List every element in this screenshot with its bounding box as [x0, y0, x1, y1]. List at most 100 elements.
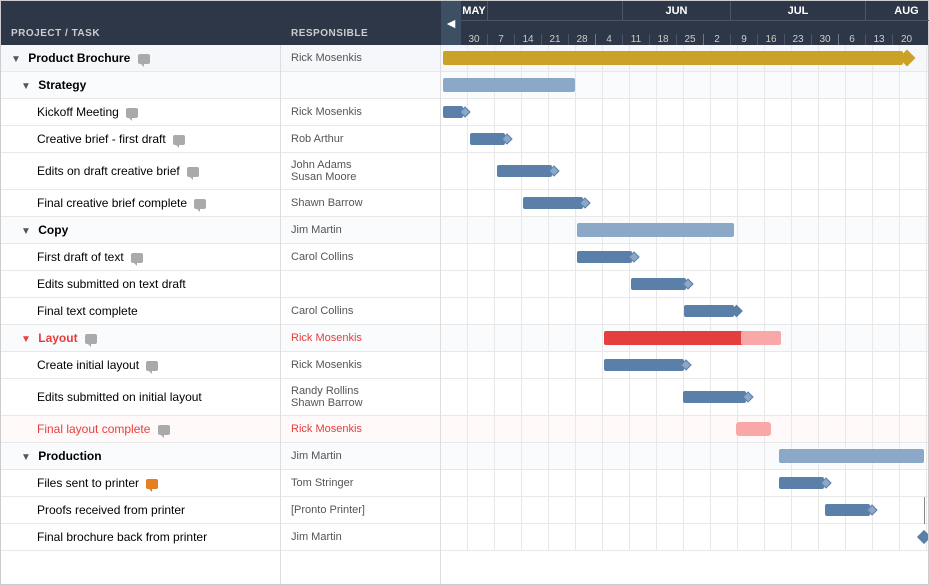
nav-prev-button[interactable]: ◄ — [441, 1, 461, 45]
resp-cell-10: Carol Collins — [281, 301, 441, 321]
chart-row-1 — [441, 45, 928, 72]
row-create-layout-task: Create initial layout — [1, 352, 280, 379]
task-cell-create-layout: Create initial layout — [1, 354, 281, 376]
expand-icon-product-brochure[interactable]: ▼ — [11, 54, 21, 65]
resp-row-1: Rick Mosenkis — [281, 45, 440, 72]
comment-icon-final-layout[interactable] — [158, 425, 170, 435]
task-cell-product-brochure: ▼ Product Brochure — [1, 47, 281, 69]
task-cell-final-text: Final text complete — [1, 300, 281, 322]
week-11: 11 — [623, 34, 650, 45]
week-18: 18 — [650, 34, 677, 45]
task-cell-proofs: Proofs received from printer — [1, 499, 281, 521]
bar-production — [779, 449, 924, 463]
row-product-brochure-task: ▼ Product Brochure — [1, 45, 280, 72]
comment-icon-first-draft-text[interactable] — [131, 253, 143, 263]
week-row: 30 7 14 21 28 4 11 18 25 2 9 16 23 30 6 … — [461, 21, 929, 45]
bar-creative-brief — [470, 133, 505, 145]
chart-row-9 — [441, 271, 928, 298]
task-cell-final-layout: Final layout complete — [1, 418, 281, 440]
chart-row-7 — [441, 217, 928, 244]
resp-cell-7: Jim Martin — [281, 220, 441, 240]
chart-row-13 — [441, 379, 928, 416]
task-column-label: PROJECT / TASK — [11, 28, 271, 39]
resp-cell-8: Carol Collins — [281, 247, 441, 267]
task-cell-edits-draft: Edits on draft creative brief — [1, 160, 281, 182]
month-jun: JUN — [623, 1, 731, 20]
week-7: 7 — [488, 34, 515, 45]
resp-row-12: Rick Mosenkis — [281, 352, 440, 379]
responsible-panel: Rick Mosenkis Rick Mosenkis Rob Arthur J… — [281, 45, 441, 584]
resp-row-17: [Pronto Printer] — [281, 497, 440, 524]
row-final-creative-task: Final creative brief complete — [1, 190, 280, 217]
comment-icon-edits-draft[interactable] — [187, 167, 199, 177]
comment-icon-files-printer[interactable] — [146, 479, 158, 489]
resp-cell-18: Jim Martin — [281, 527, 441, 547]
label-create-layout: Create initial layout — [37, 358, 139, 372]
task-cell-copy: ▼ Copy — [1, 219, 281, 241]
chart-row-12 — [441, 352, 928, 379]
resp-row-14: Rick Mosenkis — [281, 416, 440, 443]
expand-icon-layout[interactable]: ▼ — [21, 334, 31, 345]
task-cell-edits-text: Edits submitted on text draft — [1, 273, 281, 295]
comment-icon-product-brochure[interactable] — [138, 54, 150, 64]
connector-final-brochure — [924, 497, 925, 524]
label-edits-text: Edits submitted on text draft — [37, 277, 186, 291]
month-jul: JUL — [731, 1, 866, 20]
resp-row-3: Rick Mosenkis — [281, 99, 440, 126]
week-23: 23 — [785, 34, 812, 45]
resp-cell-15: Jim Martin — [281, 446, 441, 466]
resp-cell-4: Rob Arthur — [281, 129, 441, 149]
label-final-layout: Final layout complete — [37, 422, 150, 436]
task-cell-kickoff: Kickoff Meeting — [1, 101, 281, 123]
task-cell-production: ▼ Production — [1, 445, 281, 467]
chart-row-6 — [441, 190, 928, 217]
bar-edits-text — [631, 278, 686, 290]
label-edits-layout: Edits submitted on initial layout — [37, 390, 202, 404]
row-strategy-task: ▼ Strategy — [1, 72, 280, 99]
row-layout-task: ▼ Layout — [1, 325, 280, 352]
responsible-column-label: RESPONSIBLE — [291, 28, 431, 39]
task-cell-first-draft-text: First draft of text — [1, 246, 281, 268]
label-final-text: Final text complete — [37, 304, 138, 318]
diamond-final-brochure — [917, 530, 928, 544]
gantt-body: ▼ Product Brochure ▼ Strategy Kickoff Me… — [1, 45, 928, 584]
row-creative-brief-task: Creative brief - first draft — [1, 126, 280, 153]
row-edits-text-task: Edits submitted on text draft — [1, 271, 280, 298]
expand-icon-copy[interactable]: ▼ — [21, 226, 31, 237]
label-production: Production — [38, 449, 101, 463]
week-14: 14 — [515, 34, 542, 45]
comment-icon-final-creative[interactable] — [194, 199, 206, 209]
label-layout: Layout — [38, 331, 77, 345]
chart-row-15 — [441, 443, 928, 470]
comment-icon-creative-brief[interactable] — [173, 135, 185, 145]
row-final-text-task: Final text complete — [1, 298, 280, 325]
label-strategy: Strategy — [38, 78, 86, 92]
chart-panel — [441, 45, 928, 584]
row-kickoff-task: Kickoff Meeting — [1, 99, 280, 126]
label-final-brochure: Final brochure back from printer — [37, 530, 207, 544]
expand-icon-production[interactable]: ▼ — [21, 452, 31, 463]
comment-icon-kickoff[interactable] — [126, 108, 138, 118]
label-product-brochure: Product Brochure — [28, 51, 130, 65]
comment-icon-layout[interactable] — [85, 334, 97, 344]
row-edits-layout-task: Edits submitted on initial layout — [1, 379, 280, 416]
resp-cell-13: Randy RollinsShawn Barrow — [281, 381, 441, 413]
comment-icon-create-layout[interactable] — [146, 361, 158, 371]
week-21: 21 — [542, 34, 569, 45]
resp-row-9 — [281, 271, 440, 298]
resp-row-6: Shawn Barrow — [281, 190, 440, 217]
task-cell-layout: ▼ Layout — [1, 327, 281, 349]
resp-row-15: Jim Martin — [281, 443, 440, 470]
task-cell-edits-layout: Edits submitted on initial layout — [1, 386, 281, 408]
row-proofs-task: Proofs received from printer — [1, 497, 280, 524]
row-files-printer-task: Files sent to printer — [1, 470, 280, 497]
week-2: 2 — [704, 34, 731, 45]
chart-row-14 — [441, 416, 928, 443]
week-4: 4 — [596, 34, 623, 45]
week-30j: 30 — [812, 34, 839, 45]
chart-row-18 — [441, 524, 928, 551]
resp-row-13: Randy RollinsShawn Barrow — [281, 379, 440, 416]
expand-icon-strategy[interactable]: ▼ — [21, 81, 31, 92]
resp-row-5: John AdamsSusan Moore — [281, 153, 440, 190]
bar-edits-draft — [497, 165, 552, 177]
